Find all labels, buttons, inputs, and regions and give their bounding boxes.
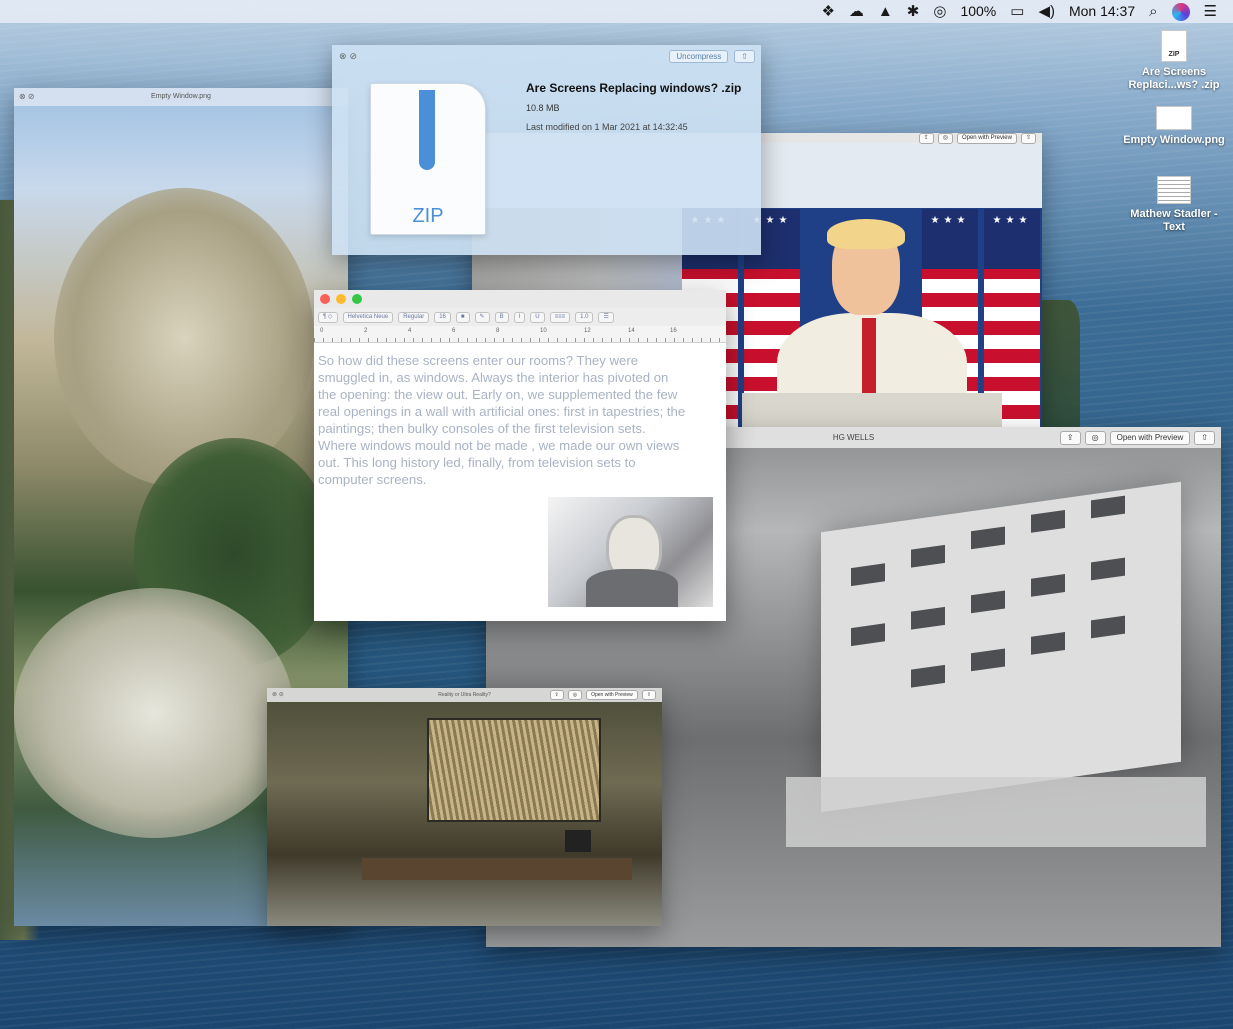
building-image	[821, 481, 1181, 813]
dropbox-icon[interactable]: ❖	[821, 0, 834, 23]
open-with-preview-button[interactable]: Open with Preview	[586, 690, 638, 700]
desktop-icon-label: Empty Window.png	[1123, 134, 1225, 146]
desktop-icon-zip[interactable]: ZIP Are Screens Replaci...ws? .zip	[1119, 30, 1229, 92]
text-line: Where windows mould not be made , we mad…	[318, 438, 680, 453]
ruler[interactable]: 0 2 4 6 8 10 12 14 16	[314, 326, 726, 343]
uncompress-button[interactable]: Uncompress	[669, 50, 729, 63]
line-spacing-select[interactable]: 1.0	[575, 311, 594, 323]
text-line: out. This long history led, finally, fro…	[318, 455, 636, 470]
bold-button[interactable]: B	[494, 311, 509, 323]
table-image	[786, 777, 1206, 847]
tree-image	[54, 188, 314, 488]
window-titlebar[interactable]: ⊗ ⊘ Empty Window.png	[14, 88, 348, 106]
font-family-select[interactable]: Helvetica Neue	[342, 311, 394, 323]
creative-cloud-icon[interactable]: ☁	[849, 0, 864, 23]
mirroring-icon[interactable]: ◎	[933, 0, 946, 23]
image-file-icon	[1156, 106, 1192, 130]
battery-percent[interactable]: 100%	[960, 0, 996, 23]
ruler-number: 8	[496, 328, 500, 334]
zip-icon-label: ZIP	[412, 205, 444, 227]
text-line: computer screens.	[318, 472, 427, 487]
format-toolbar: ¶ ◇ Helvetica Neue Regular 16 ■ ✎ B I U …	[314, 308, 726, 326]
text-color-button[interactable]: ■	[455, 311, 470, 323]
window-title: Reality or Ultra Reality?	[438, 692, 491, 698]
drive-icon[interactable]: ▲	[878, 0, 893, 23]
share-icon[interactable]: ⇧	[1020, 133, 1036, 144]
window-titlebar[interactable]	[314, 290, 726, 308]
share-button[interactable]: ⇪	[549, 690, 564, 700]
window-title: Empty Window.png	[151, 93, 211, 100]
bluetooth-icon[interactable]: ✱	[907, 0, 920, 23]
ruler-number: 14	[628, 328, 635, 334]
zip-file-icon: ZIP	[370, 83, 486, 235]
window-controls[interactable]: ⊗⊘	[339, 51, 360, 62]
text-line: paintings; then bulky consoles of the fi…	[318, 421, 646, 436]
search-icon[interactable]: ⌕	[1149, 0, 1157, 23]
menu-bar: ❖ ☁ ▲ ✱ ◎ 100% ▭ ◀) Mon 14:37 ⌕ ☰	[0, 0, 1233, 23]
reality-window[interactable]: ⊗ ⊘ Reality or Ultra Reality? ⇪ ◎ Open w…	[267, 688, 662, 926]
blossom-image	[14, 588, 294, 838]
list-button[interactable]: ☰	[598, 311, 614, 323]
podium	[742, 393, 1002, 428]
desktop-icon-empty-window[interactable]: Empty Window.png	[1119, 106, 1229, 147]
textedit-window[interactable]: ¶ ◇ Helvetica Neue Regular 16 ■ ✎ B I U …	[314, 290, 726, 621]
markup-button[interactable]: ◎	[1084, 431, 1106, 445]
share-button[interactable]: ⇪	[918, 133, 934, 144]
open-with-preview-button[interactable]: Open with Preview	[956, 133, 1017, 144]
window-titlebar[interactable]: ⊗ ⊘ Reality or Ultra Reality? ⇪ ◎ Open w…	[267, 688, 662, 702]
font-size-select[interactable]: 16	[434, 311, 451, 323]
ruler-number: 2	[364, 328, 368, 334]
ruler-number: 10	[540, 328, 547, 334]
ruler-number: 16	[670, 328, 677, 334]
italic-button[interactable]: I	[513, 311, 526, 323]
painting-image	[427, 718, 601, 822]
text-file-icon	[1157, 176, 1191, 204]
paragraph-style-select[interactable]: ¶ ◇	[318, 311, 338, 323]
align-buttons[interactable]: ≡≡≡	[549, 311, 571, 323]
zip-modified-date: Last modified on 1 Mar 2021 at 14:32:45	[526, 122, 688, 132]
speaker-hair	[827, 219, 905, 249]
desktop-icon-label: Are Screens Replaci...ws? .zip	[1128, 66, 1220, 91]
window-controls[interactable]: ⊗ ⊘	[19, 88, 35, 106]
monitor-image	[565, 830, 591, 852]
zip-file-name: Are Screens Replacing windows? .zip	[526, 81, 742, 95]
ruler-number: 0	[320, 328, 324, 334]
ruler-number: 4	[408, 328, 412, 334]
embedded-portrait-image	[548, 497, 713, 607]
volume-icon[interactable]: ◀)	[1038, 0, 1055, 23]
desk-image	[362, 858, 632, 880]
share-icon[interactable]: ⇧	[734, 50, 755, 63]
ruler-number: 6	[452, 328, 456, 334]
highlight-color-button[interactable]: ✎	[474, 311, 490, 323]
share-icon[interactable]: ⇧	[1194, 431, 1215, 445]
menu-list-icon[interactable]: ☰	[1204, 0, 1217, 23]
open-with-preview-button[interactable]: Open with Preview	[1109, 431, 1191, 445]
clock[interactable]: Mon 14:37	[1069, 0, 1135, 23]
window-controls[interactable]: ⊗ ⊘	[272, 688, 284, 702]
ruler-number: 12	[584, 328, 591, 334]
battery-icon[interactable]: ▭	[1010, 0, 1024, 23]
markup-button[interactable]: ◎	[937, 133, 953, 144]
zip-file-size: 10.8 MB	[526, 103, 560, 113]
minimize-button[interactable]	[336, 294, 346, 304]
zoom-button[interactable]	[352, 294, 362, 304]
zip-file-icon: ZIP	[1161, 30, 1187, 62]
close-button[interactable]	[320, 294, 330, 304]
siri-icon[interactable]	[1171, 2, 1190, 21]
document-text-area[interactable]: So how did these screens enter our rooms…	[318, 352, 714, 488]
text-line: smuggled in, as windows. Always the inte…	[318, 370, 669, 385]
markup-button[interactable]: ◎	[567, 690, 583, 700]
font-style-select[interactable]: Regular	[398, 311, 430, 323]
text-line: the opening: the view out. Early on, we …	[318, 387, 678, 402]
desktop-icon-text[interactable]: Mathew Stadler - Text	[1119, 176, 1229, 234]
underline-button[interactable]: U	[530, 311, 545, 323]
desktop-icon-label: Mathew Stadler - Text	[1130, 208, 1218, 233]
zip-preview-window[interactable]: ⊗⊘ Uncompress ⇧ ZIP Are Screens Replacin…	[332, 45, 761, 255]
text-line: real openings in a wall with artificial …	[318, 404, 686, 419]
share-button[interactable]: ⇪	[1059, 431, 1081, 445]
window-title: HG WELLS	[832, 433, 875, 442]
share-icon[interactable]: ⇧	[641, 690, 656, 700]
text-line: So how did these screens enter our rooms…	[318, 353, 639, 368]
zipper-icon	[419, 90, 435, 170]
